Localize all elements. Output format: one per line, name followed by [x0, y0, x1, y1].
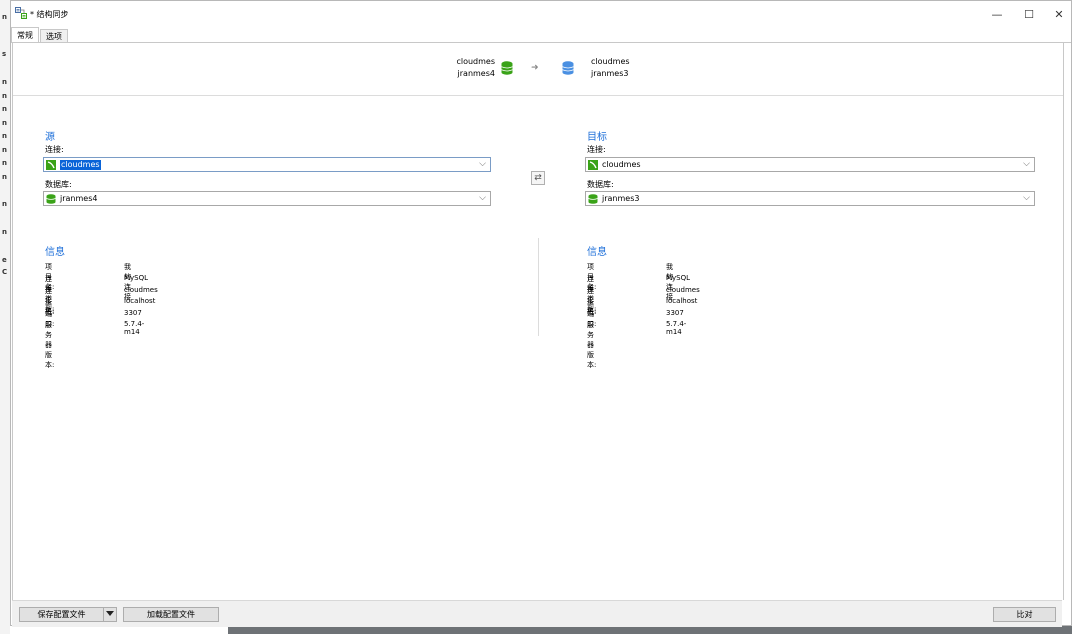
target-connection-label: 连接: — [587, 145, 606, 154]
background-letter: e — [2, 256, 7, 264]
close-button[interactable]: ✕ — [1045, 5, 1072, 23]
background-letter: n — [2, 105, 7, 113]
source-database-label: 数据库: — [45, 180, 72, 189]
source-connection-select[interactable]: cloudmes ⌵ — [43, 157, 491, 172]
info-key: 服务器版本: — [45, 321, 55, 369]
info-value: cloudmes — [666, 286, 700, 294]
maximize-button[interactable]: ☐ — [1015, 5, 1043, 23]
tab-options[interactable]: 选项 — [40, 29, 68, 43]
database-icon — [46, 194, 56, 204]
chevron-down-icon[interactable]: ⌵ — [1023, 193, 1030, 203]
compare-button[interactable]: 比对 — [993, 607, 1056, 622]
background-letter: n — [2, 173, 7, 181]
info-value: MySQL — [666, 274, 691, 282]
background-letter: s — [2, 50, 7, 58]
general-tab-panel: cloudmes jranmes4 ➜ cloudmes jranmes3 源 … — [12, 43, 1064, 600]
info-value: 3307 — [666, 309, 684, 317]
sync-arrow-icon: ➜ — [531, 63, 539, 73]
background-letter: n — [2, 78, 7, 86]
background-letter: n — [2, 146, 7, 154]
source-database-select[interactable]: jranmes4 ⌵ — [43, 191, 491, 206]
background-taskbar — [228, 626, 1072, 634]
database-icon — [588, 194, 598, 204]
swap-button[interactable]: ⇄ — [531, 171, 545, 185]
connection-icon — [46, 160, 56, 170]
background-letter: n — [2, 92, 7, 100]
header-target-connection: cloudmes — [591, 57, 630, 66]
title-bar: * 结构同步 — ☐ ✕ — [11, 1, 1071, 27]
background-letter: C — [2, 268, 8, 276]
header-source-summary: cloudmes jranmes4 — [419, 56, 495, 80]
info-value: 5.7.4-m14 — [666, 320, 687, 336]
source-info-title: 信息 — [45, 247, 65, 258]
target-connection-select[interactable]: cloudmes ⌵ — [585, 157, 1035, 172]
structure-sync-icon — [15, 7, 27, 19]
window-title: * 结构同步 — [30, 10, 69, 19]
target-database-label: 数据库: — [587, 180, 614, 189]
target-section-title: 目标 — [587, 132, 607, 143]
info-value: localhost — [124, 297, 156, 305]
header-divider — [13, 95, 1063, 96]
background-letter: n — [2, 119, 7, 127]
chevron-down-icon[interactable]: ⌵ — [479, 159, 486, 169]
background-letter: n — [2, 132, 7, 140]
background-letter: n — [2, 159, 7, 167]
info-value: 我的连接 — [666, 263, 673, 301]
info-key: 服务器版本: — [587, 321, 597, 369]
target-database-select[interactable]: jranmes3 ⌵ — [585, 191, 1035, 206]
minimize-button[interactable]: — — [983, 5, 1011, 23]
source-connection-label: 连接: — [45, 145, 64, 154]
background-letter: n — [2, 200, 7, 208]
header-source-connection: cloudmes — [456, 57, 495, 66]
info-value: localhost — [666, 297, 698, 305]
header-source-database: jranmes4 — [457, 69, 495, 78]
info-value: MySQL — [124, 274, 149, 282]
source-database-icon — [501, 61, 513, 75]
header-target-database: jranmes3 — [591, 69, 629, 78]
chevron-down-icon — [106, 611, 114, 616]
info-value: cloudmes — [124, 286, 158, 294]
source-database-value: jranmes4 — [60, 194, 98, 203]
target-database-icon — [562, 61, 574, 75]
save-profile-dropdown[interactable] — [103, 607, 117, 622]
target-connection-value: cloudmes — [602, 160, 641, 169]
target-database-value: jranmes3 — [602, 194, 640, 203]
load-profile-button[interactable]: 加载配置文件 — [123, 607, 219, 622]
structure-sync-window: * 结构同步 — ☐ ✕ 常规 选项 cloudmes jranmes4 ➜ c… — [10, 0, 1072, 627]
header-target-summary: cloudmes jranmes3 — [591, 56, 630, 80]
info-value: 3307 — [124, 309, 142, 317]
save-profile-button[interactable]: 保存配置文件 — [19, 607, 104, 622]
source-connection-value: cloudmes — [60, 160, 101, 170]
background-letter: n — [2, 228, 7, 236]
chevron-down-icon[interactable]: ⌵ — [1023, 159, 1030, 169]
info-value: 我的连接 — [124, 263, 131, 301]
background-app: n s n n n n n n n n n n e C — [0, 0, 10, 634]
connection-icon — [588, 160, 598, 170]
footer-bar: 保存配置文件 加载配置文件 比对 — [12, 600, 1062, 627]
chevron-down-icon[interactable]: ⌵ — [479, 193, 486, 203]
target-info-title: 信息 — [587, 247, 607, 258]
source-section-title: 源 — [45, 132, 55, 143]
info-divider — [538, 238, 539, 336]
tab-general[interactable]: 常规 — [11, 27, 39, 43]
background-letter: n — [2, 13, 7, 21]
info-value: 5.7.4-m14 — [124, 320, 145, 336]
